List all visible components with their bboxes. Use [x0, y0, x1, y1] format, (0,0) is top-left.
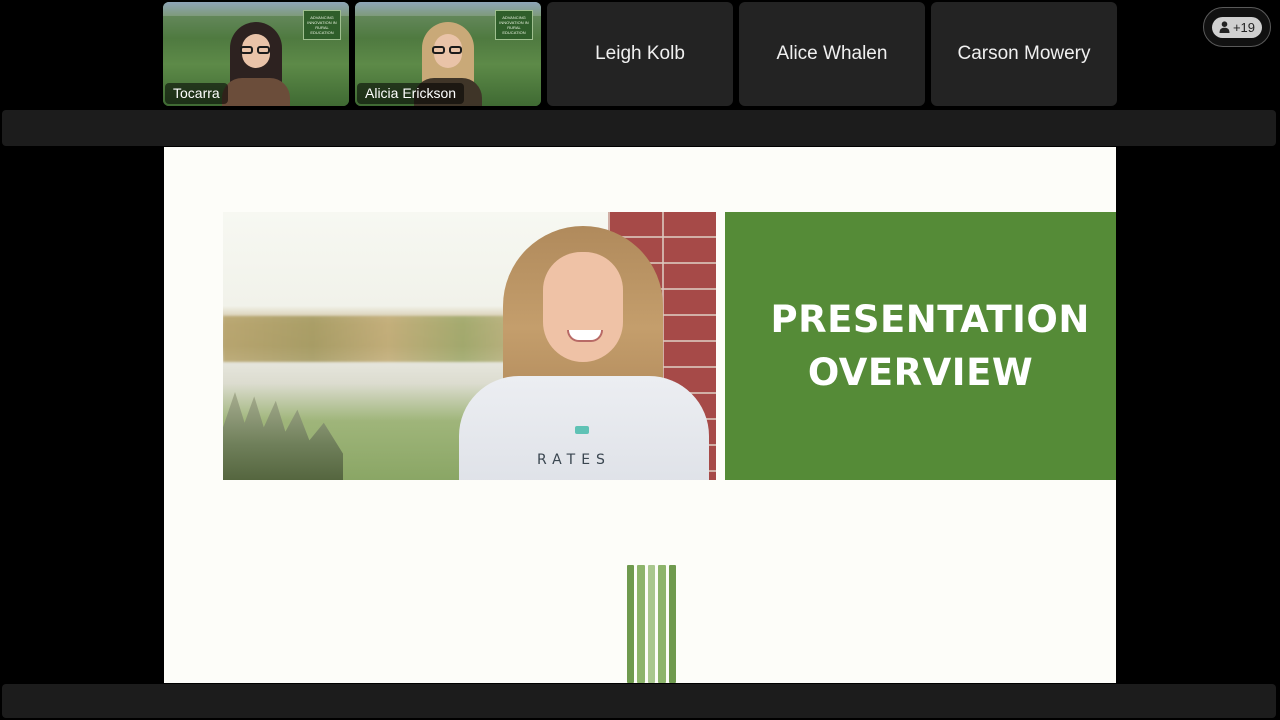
- participant-name: Leigh Kolb: [595, 43, 685, 64]
- slide-photo: RATES: [223, 212, 716, 480]
- more-participants-count: +19: [1232, 19, 1256, 35]
- participant-name-tile[interactable]: Leigh Kolb: [547, 2, 733, 106]
- participant-video-tile[interactable]: ADVANCING INNOVATION IN RURAL EDUCATION …: [355, 2, 541, 106]
- participant-name: Alice Whalen: [776, 43, 888, 64]
- meeting-stage: ADVANCING INNOVATION IN RURAL EDUCATION …: [0, 0, 1280, 720]
- share-toolbar: [2, 110, 1276, 146]
- slide-title: PRESENTATION OVERVIEW: [770, 298, 1090, 394]
- more-participants-button[interactable]: +19: [1203, 7, 1271, 47]
- participant-name-tile[interactable]: Alice Whalen: [739, 2, 925, 106]
- participant-name-tile[interactable]: Carson Mowery: [931, 2, 1117, 106]
- slide-title-box: PRESENTATION OVERVIEW: [725, 212, 1116, 480]
- person-icon: [1219, 21, 1230, 33]
- participant-video: [222, 16, 290, 106]
- meeting-controls-bar: [2, 684, 1276, 718]
- hoodie-print: RATES: [537, 452, 611, 468]
- background-banner: ADVANCING INNOVATION IN RURAL EDUCATION: [303, 10, 341, 40]
- participant-video-tile[interactable]: ADVANCING INNOVATION IN RURAL EDUCATION …: [163, 2, 349, 106]
- participant-name-label: Tocarra: [165, 83, 228, 104]
- shared-screen-slide: RATES PRESENTATION OVERVIEW: [164, 147, 1116, 683]
- decorative-stripes: [627, 565, 677, 683]
- background-banner: ADVANCING INNOVATION IN RURAL EDUCATION: [495, 10, 533, 40]
- participant-name-label: Alicia Erickson: [357, 83, 465, 104]
- participant-name: Carson Mowery: [957, 43, 1091, 64]
